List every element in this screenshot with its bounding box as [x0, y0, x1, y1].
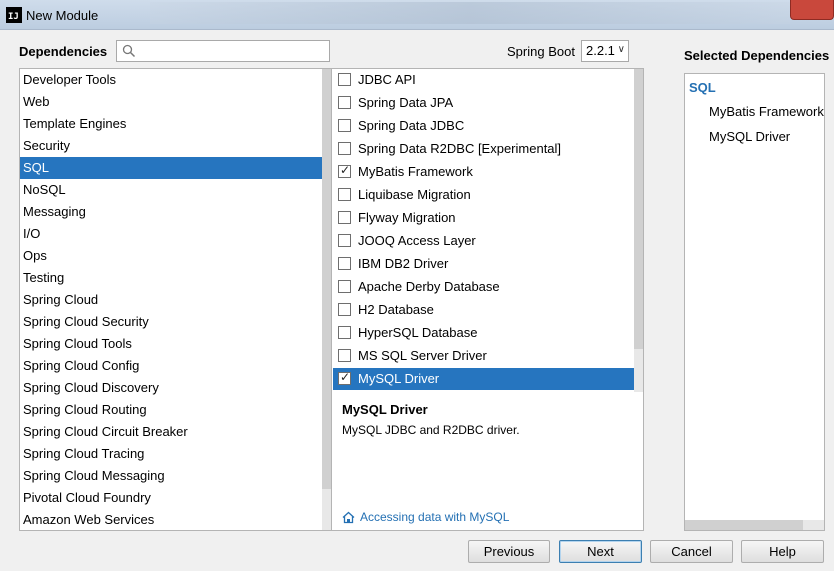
- category-item[interactable]: Spring Cloud Discovery: [20, 377, 330, 399]
- check-icon: ✓: [340, 163, 351, 177]
- selected-dependency-item[interactable]: MyBatis Framework: [709, 104, 824, 119]
- dependency-label: IBM DB2 Driver: [358, 256, 449, 271]
- dependency-item[interactable]: MS SQL Server Driver: [333, 345, 634, 367]
- checkbox[interactable]: [338, 234, 351, 247]
- selected-dependency-item[interactable]: MySQL Driver: [709, 129, 790, 144]
- selected-panel-hscrollbar-thumb[interactable]: [685, 520, 803, 530]
- checkbox[interactable]: [338, 280, 351, 293]
- dependency-search[interactable]: [116, 40, 330, 62]
- category-item[interactable]: Spring Cloud Tools: [20, 333, 330, 355]
- dependency-scrollbar[interactable]: [634, 69, 643, 392]
- window-title: New Module: [26, 8, 99, 23]
- category-item[interactable]: NoSQL: [20, 179, 330, 201]
- dependency-item[interactable]: Spring Data JDBC: [333, 115, 634, 137]
- checkbox-checked[interactable]: ✓: [338, 163, 351, 178]
- title-bar: IJ New Module: [0, 0, 834, 30]
- dependency-item[interactable]: Flyway Migration: [333, 207, 634, 229]
- category-item[interactable]: Messaging: [20, 201, 330, 223]
- dependency-scrollbar-thumb[interactable]: [634, 69, 643, 349]
- category-item[interactable]: Developer Tools: [20, 69, 330, 91]
- category-item[interactable]: Spring Cloud Config: [20, 355, 330, 377]
- category-item[interactable]: Spring Cloud Circuit Breaker: [20, 421, 330, 443]
- spring-boot-version-value: 2.2.1: [586, 43, 615, 58]
- dependency-list[interactable]: ✓ MySQL Driver MS SQL Server Driver HyperSQ…: [332, 69, 643, 392]
- description-text: MySQL JDBC and R2DBC driver.: [342, 423, 520, 437]
- chevron-down-icon: ∨: [617, 44, 625, 55]
- category-item[interactable]: SQL: [20, 157, 330, 179]
- dependency-item[interactable]: Spring Data R2DBC [Experimental]: [333, 138, 634, 160]
- checkbox-checked[interactable]: ✓: [338, 370, 351, 385]
- intellij-app-icon: IJ: [6, 7, 22, 23]
- search-input[interactable]: [141, 42, 327, 60]
- category-item[interactable]: Amazon Web Services: [20, 509, 330, 530]
- category-item[interactable]: Spring Cloud Security: [20, 311, 330, 333]
- dependency-item[interactable]: JDBC API: [333, 69, 634, 91]
- dependency-item[interactable]: Liquibase Migration: [333, 184, 634, 206]
- dependency-label: MySQL Driver: [358, 371, 440, 386]
- dependency-item[interactable]: Apache Derby Database: [333, 276, 634, 298]
- category-item[interactable]: Pivotal Cloud Foundry: [20, 487, 330, 509]
- category-item[interactable]: Spring Cloud: [20, 289, 330, 311]
- previous-button[interactable]: Previous: [468, 540, 550, 563]
- next-button[interactable]: Next: [559, 540, 642, 563]
- category-item[interactable]: I/O: [20, 223, 330, 245]
- category-item[interactable]: Spring Cloud Tracing: [20, 443, 330, 465]
- close-window-button[interactable]: [790, 0, 834, 20]
- description-title: MySQL Driver: [342, 402, 428, 417]
- dependency-item[interactable]: ✓ MyBatis Framework: [333, 161, 634, 183]
- dependency-item[interactable]: Spring Data JPA: [333, 92, 634, 114]
- checkbox[interactable]: [338, 142, 351, 155]
- dependency-label: H2 Database: [358, 302, 434, 317]
- dependency-label: MS SQL Server Driver: [358, 348, 487, 363]
- guide-link[interactable]: Accessing data with MySQL: [342, 510, 509, 524]
- checkbox[interactable]: [338, 119, 351, 132]
- category-item[interactable]: Template Engines: [20, 113, 330, 135]
- home-icon: [342, 511, 355, 523]
- dependency-item[interactable]: H2 Database: [333, 299, 634, 321]
- checkbox[interactable]: [338, 73, 351, 86]
- dependency-label: HyperSQL Database: [358, 325, 478, 340]
- category-item[interactable]: Spring Cloud Messaging: [20, 465, 330, 487]
- checkbox[interactable]: [338, 188, 351, 201]
- dependency-panel: ✓ MySQL Driver MS SQL Server Driver HyperSQ…: [331, 68, 644, 531]
- dependency-label: Apache Derby Database: [358, 279, 500, 294]
- dependencies-label: Dependencies: [19, 44, 108, 59]
- dependency-label: Spring Data JDBC: [358, 118, 465, 133]
- dependency-label: Spring Data R2DBC [Experimental]: [358, 141, 562, 156]
- dependency-label: MyBatis Framework: [358, 164, 473, 179]
- dependency-item[interactable]: IBM DB2 Driver: [333, 253, 634, 275]
- check-icon: ✓: [340, 370, 351, 384]
- checkbox[interactable]: [338, 211, 351, 224]
- selected-group-label: SQL: [689, 80, 716, 95]
- checkbox[interactable]: [338, 96, 351, 109]
- dependency-label: Spring Data JPA: [358, 95, 454, 110]
- dependency-label: JDBC API: [358, 72, 416, 87]
- category-item[interactable]: Testing: [20, 267, 330, 289]
- category-list[interactable]: Amazon Web Services Pivotal Cloud Foundry…: [19, 68, 332, 531]
- category-item[interactable]: Spring Cloud Routing: [20, 399, 330, 421]
- category-item[interactable]: Ops: [20, 245, 330, 267]
- help-button[interactable]: Help: [741, 540, 824, 563]
- spring-boot-version-select[interactable]: 2.2.1 ∨: [581, 40, 629, 62]
- checkbox[interactable]: [338, 326, 351, 339]
- selected-dependencies-title: Selected Dependencies: [684, 48, 830, 63]
- cancel-button[interactable]: Cancel: [650, 540, 733, 563]
- category-item[interactable]: Web: [20, 91, 330, 113]
- dependency-item[interactable]: JOOQ Access Layer: [333, 230, 634, 252]
- dependency-item[interactable]: ✓ MySQL Driver: [333, 368, 634, 390]
- checkbox[interactable]: [338, 349, 351, 362]
- dependency-label: Flyway Migration: [358, 210, 456, 225]
- guide-link-label[interactable]: Accessing data with MySQL: [360, 510, 509, 524]
- dependency-item[interactable]: HyperSQL Database: [333, 322, 634, 344]
- category-item[interactable]: Security: [20, 135, 330, 157]
- checkbox[interactable]: [338, 303, 351, 316]
- selected-dependencies-panel: SQL MyBatis Framework MySQL Driver: [684, 73, 825, 531]
- dependency-label: Liquibase Migration: [358, 187, 471, 202]
- spring-boot-label: Spring Boot: [507, 44, 575, 59]
- search-icon: [122, 44, 136, 58]
- title-bar-background: [150, 2, 790, 24]
- checkbox[interactable]: [338, 257, 351, 270]
- selected-panel-hscrollbar[interactable]: [685, 520, 824, 530]
- dependency-label: JOOQ Access Layer: [358, 233, 476, 248]
